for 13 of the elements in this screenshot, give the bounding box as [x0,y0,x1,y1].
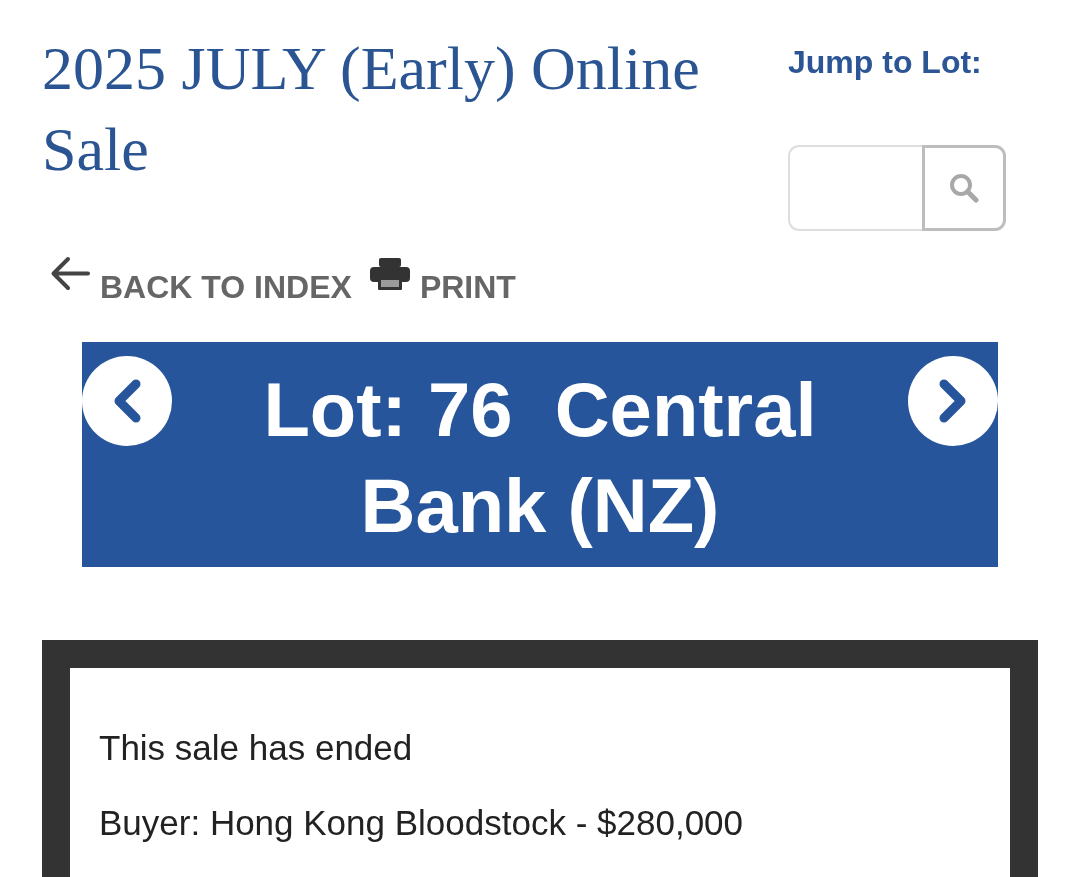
sale-title: 2025 JULY (Early) Online Sale [42,33,701,185]
arrow-left-icon [50,255,90,292]
jump-to-lot-label: Jump to Lot: [788,44,983,81]
back-to-index-link[interactable]: BACK TO INDEX [50,255,352,303]
printer-icon [369,258,410,290]
search-icon [949,173,979,203]
lot-number-input[interactable] [788,145,922,231]
chevron-right-icon [938,379,968,423]
lot-title: Lot: 76 Central Bank (NZ) [262,366,818,550]
chevron-left-icon [112,379,142,423]
result-text: This sale has ended [99,728,414,768]
result-text: Buyer: Hong Kong Bloodstock - $280,000 [99,803,745,843]
print-link[interactable]: PRINT [369,258,516,303]
